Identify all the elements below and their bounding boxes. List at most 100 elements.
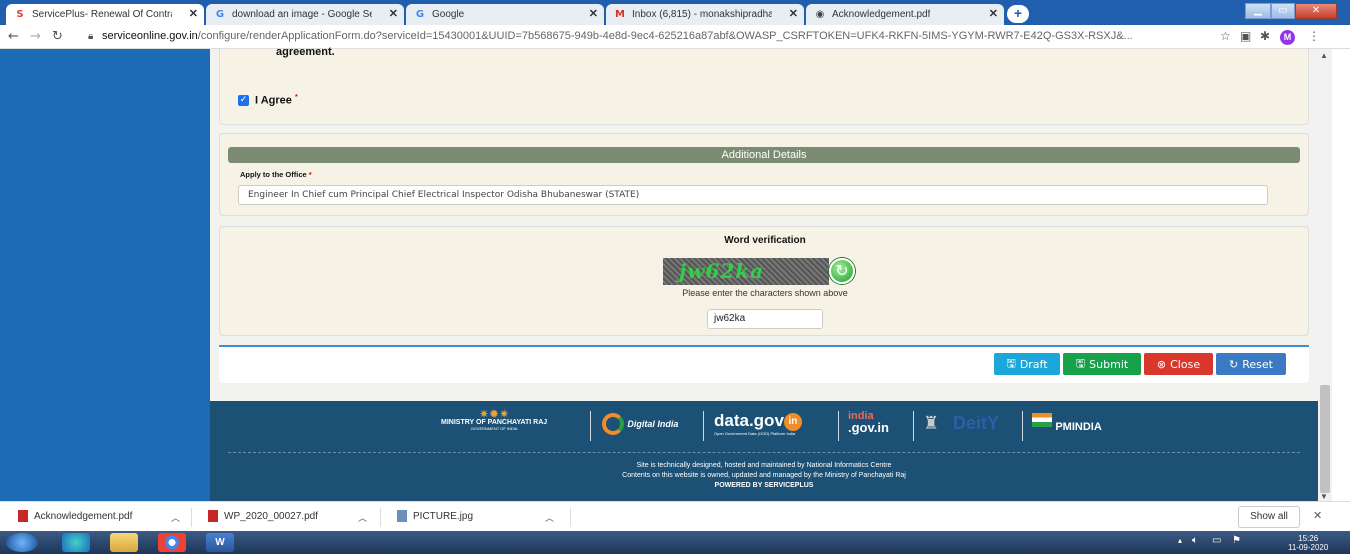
submit-button[interactable]: 🖫︎ Submit	[1063, 353, 1141, 375]
agreement-text: agreement.	[276, 46, 335, 58]
agreement-panel: agreement. ✓ I Agree *	[219, 46, 1309, 125]
draft-button[interactable]: 🖫︎ Draft	[994, 353, 1060, 375]
tab-google-search[interactable]: G download an image - Google Se ✕	[206, 4, 404, 25]
footer-divider	[590, 411, 591, 441]
chevron-up-icon[interactable]: ︿	[358, 511, 367, 524]
chevron-up-icon[interactable]: ︿	[171, 511, 180, 524]
reset-button[interactable]: ↻ Reset	[1216, 353, 1286, 375]
ministry-logo[interactable]: ✷✹✷ MINISTRY OF PANCHAYATI RAJ GOVERNMEN…	[441, 407, 547, 431]
close-tab-icon[interactable]: ✕	[189, 7, 198, 20]
download-item[interactable]: Acknowledgement.pdf	[18, 510, 132, 522]
close-window-button[interactable]: ✕	[1295, 3, 1337, 19]
start-button-icon[interactable]	[6, 533, 38, 552]
pmindia-text: PMINDIA	[1055, 421, 1102, 433]
footer-divider	[913, 411, 914, 441]
refresh-icon: ↻	[1229, 357, 1239, 371]
url-field[interactable]: serviceonline.gov.in/configure/renderApp…	[102, 30, 1133, 42]
draft-label: Draft	[1019, 357, 1048, 371]
tab-title: Google	[432, 9, 465, 20]
footer-line-2: Contents on this website is owned, updat…	[622, 472, 906, 479]
save-icon: 🖫︎	[1006, 356, 1016, 370]
network-icon[interactable]: ▭	[1212, 535, 1221, 546]
tab-serviceplus[interactable]: S ServicePlus- Renewal Of Contract ✕	[6, 4, 204, 25]
chrome-icon[interactable]	[158, 533, 186, 552]
scroll-up-arrow-icon[interactable]: ▲	[1320, 51, 1328, 60]
captcha-image: jw62ka	[663, 258, 829, 285]
reset-label: Reset	[1242, 357, 1273, 371]
url-host: serviceonline.gov.in	[102, 30, 198, 42]
refresh-captcha-icon[interactable]: ↻	[829, 258, 855, 284]
captcha-input[interactable]: jw62ka	[707, 309, 823, 329]
lock-icon[interactable]: 🔒︎	[88, 31, 93, 42]
address-bar: ← → ↻ 🔒︎ serviceonline.gov.in/configure/…	[0, 25, 1350, 49]
back-arrow-icon[interactable]: ←	[8, 29, 19, 44]
tab-google[interactable]: G Google ✕	[406, 4, 604, 25]
tab-title: Acknowledgement.pdf	[832, 9, 931, 20]
emblem-icon: ✷✹✷	[479, 407, 510, 421]
site-footer: ✷✹✷ MINISTRY OF PANCHAYATI RAJ GOVERNMEN…	[210, 401, 1318, 501]
new-tab-button[interactable]: +	[1007, 5, 1029, 23]
captcha-text: jw62ka	[679, 259, 765, 283]
close-tab-icon[interactable]: ✕	[989, 7, 998, 20]
volume-icon[interactable]: 🔈︎	[1192, 535, 1198, 546]
chevron-up-icon[interactable]: ︿	[545, 511, 554, 524]
puzzle-extensions-icon[interactable]: ✱	[1260, 29, 1270, 43]
save-icon: 🖫︎	[1075, 356, 1086, 370]
show-all-downloads-button[interactable]: Show all	[1238, 506, 1300, 528]
scroll-down-arrow-icon[interactable]: ▼	[1320, 492, 1328, 501]
digital-india-logo[interactable]: Digital India	[602, 413, 678, 435]
close-tab-icon[interactable]: ✕	[389, 7, 398, 20]
section-header: Additional Details	[228, 147, 1300, 163]
footer-separator	[228, 452, 1300, 453]
datagov-sub: Open Government Data (OGD) Platform Indi…	[714, 431, 796, 436]
close-tab-icon[interactable]: ✕	[789, 7, 798, 20]
download-filename: PICTURE.jpg	[413, 510, 474, 522]
close-tab-icon[interactable]: ✕	[589, 7, 598, 20]
extension-icon[interactable]: ▣	[1240, 29, 1251, 43]
download-item[interactable]: WP_2020_00027.pdf	[208, 510, 318, 522]
browser-tab-strip: S ServicePlus- Renewal Of Contract ✕ G d…	[0, 0, 1350, 25]
scrollbar-thumb[interactable]	[1320, 385, 1330, 493]
flag-icon	[1032, 413, 1052, 427]
deity-logo[interactable]: DeitY	[953, 413, 999, 434]
profile-avatar[interactable]: M	[1280, 30, 1295, 45]
digital-india-text: Digital India	[627, 419, 679, 429]
download-divider	[191, 508, 192, 527]
close-downloads-icon[interactable]: ✕	[1313, 509, 1322, 522]
datagov-logo[interactable]: data.gov in Open Government Data (OGD) Pl…	[714, 411, 802, 436]
office-select[interactable]: Engineer In Chief cum Principal Chief El…	[238, 185, 1268, 205]
file-explorer-icon[interactable]	[110, 533, 138, 552]
agree-checkbox[interactable]: ✓	[238, 95, 249, 106]
edge-icon[interactable]	[62, 533, 90, 552]
footer-divider	[1022, 411, 1023, 441]
footer-divider	[838, 411, 839, 441]
tab-gmail-inbox[interactable]: M Inbox (6,815) - monakshipradhan ✕	[606, 4, 804, 25]
footer-line-1: Site is technically designed, hosted and…	[636, 462, 892, 469]
google-favicon-icon: G	[215, 9, 225, 20]
footer-line-3: POWERED BY SERVICEPLUS	[714, 482, 814, 489]
close-button[interactable]: ⊗ Close	[1144, 353, 1213, 375]
clock-time: 15:26	[1298, 534, 1319, 543]
download-item[interactable]: PICTURE.jpg	[397, 510, 473, 522]
word-icon[interactable]: W	[206, 533, 234, 552]
tab-title: download an image - Google Se	[232, 9, 372, 20]
reload-icon[interactable]: ↻	[52, 29, 63, 44]
tab-title: ServicePlus- Renewal Of Contract	[32, 9, 172, 20]
gmail-favicon-icon: M	[615, 9, 625, 20]
minimize-window-button[interactable]: ▁	[1245, 3, 1271, 19]
digital-india-icon	[602, 413, 624, 435]
left-sidebar	[0, 49, 210, 501]
system-clock[interactable]: 15:26 11-09-2020	[1288, 534, 1328, 552]
word-verification-panel: Word verification jw62ka ↻ Please enter …	[219, 226, 1309, 336]
pmindia-logo[interactable]: PMINDIA	[1032, 413, 1102, 433]
more-menu-icon[interactable]: ⋮	[1308, 29, 1320, 43]
maximize-window-button[interactable]: ▭	[1271, 3, 1295, 19]
bookmark-star-icon[interactable]: ☆	[1220, 29, 1231, 43]
flag-notification-icon[interactable]: ⚑	[1232, 535, 1241, 546]
clock-date: 11-09-2020	[1288, 543, 1329, 552]
tab-acknowledgement-pdf[interactable]: ◉ Acknowledgement.pdf ✕	[806, 4, 1004, 25]
tray-arrow-icon[interactable]: ▴	[1178, 536, 1182, 545]
forward-arrow-icon[interactable]: →	[30, 29, 41, 44]
agree-label: I Agree *	[255, 94, 298, 107]
indiagov-logo[interactable]: india .gov.in	[848, 411, 889, 435]
